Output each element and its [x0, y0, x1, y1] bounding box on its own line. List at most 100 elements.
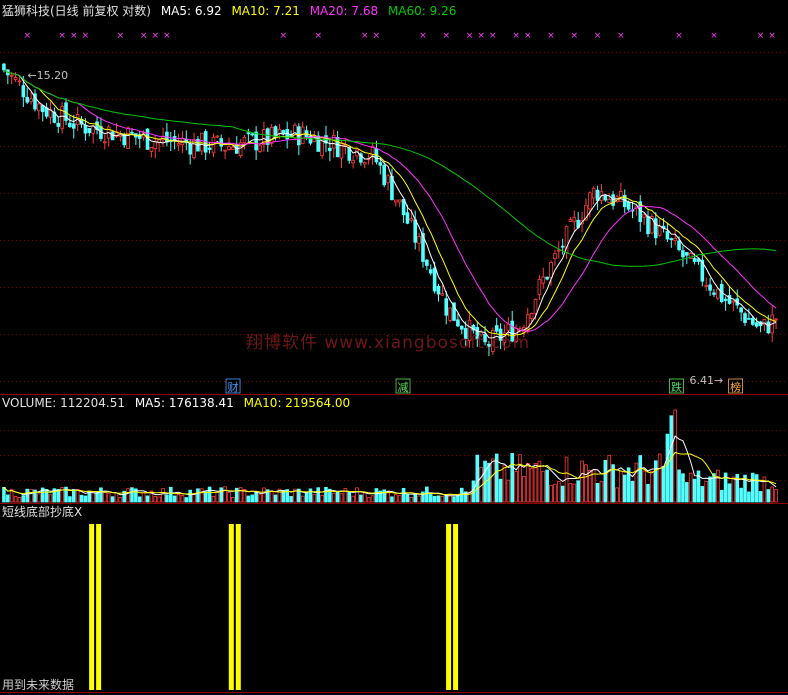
volume-bar [215, 491, 220, 503]
signal-cross: × [82, 31, 90, 41]
volume-bar [459, 487, 464, 503]
volume-bar [48, 494, 53, 503]
candle [394, 199, 398, 207]
volume-bar [533, 463, 538, 503]
candle-body [382, 164, 386, 186]
candle [716, 288, 720, 301]
candle-body [750, 317, 755, 325]
volume-bar [118, 497, 123, 503]
signal-cross: × [314, 31, 322, 41]
volume-bar [525, 463, 530, 503]
volume-bar [506, 479, 511, 503]
candle-body [685, 252, 689, 256]
candle-body [704, 284, 709, 287]
volume-bar [141, 492, 146, 503]
candle [603, 194, 608, 202]
candle-body [692, 257, 697, 262]
volume-bar [491, 458, 495, 503]
volume-bar [665, 433, 670, 503]
candle [37, 102, 41, 119]
candle [704, 277, 709, 292]
candle [168, 131, 173, 152]
candle-body [250, 133, 255, 136]
volume-bar [599, 481, 604, 503]
volume-bar [211, 496, 216, 503]
candle [650, 213, 654, 235]
event-marker: 榜 [730, 380, 741, 394]
volume-bar [417, 495, 421, 503]
volume-bar [692, 478, 697, 503]
signal-cross: × [675, 31, 683, 41]
signal-cross: × [757, 31, 765, 41]
volume-bar [172, 495, 177, 503]
candle-body [444, 298, 449, 316]
candle [568, 216, 573, 222]
volume-bar [168, 486, 173, 503]
signal-cross: × [151, 31, 159, 41]
volume-bar [374, 488, 379, 503]
candle [494, 317, 499, 334]
signal-bar-left [228, 524, 234, 690]
signal-cross: × [594, 31, 602, 41]
ma20-line [3, 69, 777, 332]
candle [723, 296, 728, 311]
volume-bar [642, 470, 646, 503]
candle [362, 161, 367, 169]
candle-body [227, 146, 231, 151]
candle [106, 124, 111, 147]
volume-bar [747, 491, 751, 503]
candle [599, 183, 604, 204]
event-marker: 财 [228, 380, 239, 394]
volume-bar [258, 494, 262, 503]
volume-bar [498, 478, 503, 503]
candle-body [428, 269, 433, 274]
candle-body [44, 107, 49, 117]
candle [316, 131, 321, 152]
candle [40, 104, 45, 122]
candle [537, 275, 542, 300]
candle-body [293, 124, 297, 139]
signal-cross: × [477, 31, 485, 41]
signal-bar-right [453, 524, 459, 690]
candle [456, 313, 460, 328]
volume-bar [370, 495, 375, 503]
candle-body [401, 199, 406, 216]
volume-bar [254, 491, 258, 503]
candle [553, 250, 557, 266]
candle [25, 87, 30, 105]
volume-bar [304, 493, 309, 503]
candle [665, 222, 670, 243]
candle [747, 308, 751, 320]
candle [386, 173, 390, 191]
volume-bar [568, 483, 573, 503]
volume-bar [114, 492, 119, 503]
candle [638, 195, 643, 232]
candle-body [653, 218, 658, 239]
candle [397, 199, 402, 208]
candle-body [529, 313, 534, 319]
volume-bar [584, 464, 588, 503]
volume-bar [572, 483, 577, 503]
volume-bar [704, 480, 709, 503]
signal-cross: × [710, 31, 718, 41]
volume-bar [700, 485, 705, 503]
signal-cross: × [361, 31, 369, 41]
candle [444, 291, 449, 325]
volume-bar [13, 496, 18, 503]
signal-cross: × [373, 31, 381, 41]
volume-bar [394, 494, 398, 503]
candle-body [386, 175, 390, 184]
volume-bar [409, 497, 414, 503]
candle-body [2, 63, 6, 71]
candle [192, 132, 196, 160]
candle [622, 189, 627, 214]
volume-bar [99, 487, 103, 503]
volume-bar [300, 495, 305, 503]
ma60-value: MA60: 9.26 [387, 4, 457, 18]
candle-body [646, 215, 650, 235]
signal-cross: × [617, 31, 625, 41]
volume-bar [413, 493, 418, 503]
ma20-value: MA20: 7.68 [309, 4, 379, 18]
candle [103, 134, 107, 150]
volume-bar [774, 489, 778, 503]
